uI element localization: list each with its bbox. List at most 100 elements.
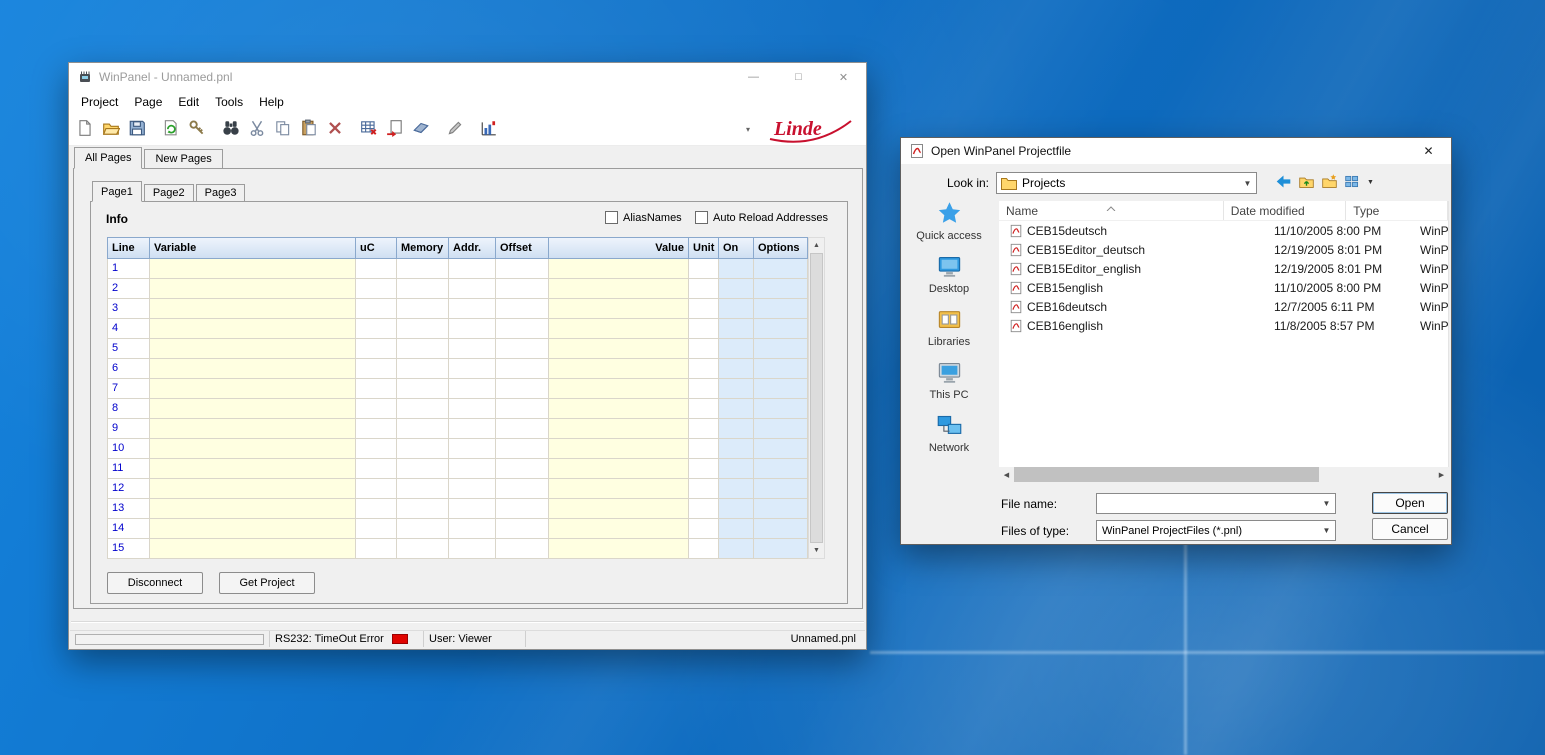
toolbar-reload-button[interactable] [160, 118, 182, 140]
cell[interactable] [149, 479, 355, 499]
cell[interactable] [149, 319, 355, 339]
up-one-level-button[interactable] [1296, 173, 1316, 193]
column-header-on[interactable]: On [718, 237, 753, 259]
cell[interactable] [149, 259, 355, 279]
cell[interactable] [718, 459, 753, 479]
cell[interactable] [753, 519, 808, 539]
cell[interactable] [355, 459, 396, 479]
cell[interactable] [688, 399, 718, 419]
cell[interactable] [149, 299, 355, 319]
cell[interactable] [448, 439, 495, 459]
cell[interactable] [688, 339, 718, 359]
cell[interactable] [495, 499, 548, 519]
scroll-down-icon[interactable]: ▼ [809, 543, 824, 558]
cell[interactable] [448, 359, 495, 379]
cell[interactable] [149, 279, 355, 299]
chevron-down-icon[interactable]: ▼ [1318, 494, 1335, 513]
toolbar-delete-button[interactable] [324, 118, 346, 140]
cell[interactable] [548, 459, 688, 479]
cell[interactable] [495, 419, 548, 439]
cell[interactable] [396, 319, 448, 339]
cell[interactable] [149, 519, 355, 539]
file-row[interactable]: CEB16deutsch12/7/2005 6:11 PMWinP [999, 297, 1448, 316]
cell[interactable] [548, 259, 688, 279]
cell[interactable] [448, 379, 495, 399]
file-row[interactable]: CEB15Editor_deutsch12/19/2005 8:01 PMWin… [999, 240, 1448, 259]
cell[interactable] [718, 339, 753, 359]
cell[interactable] [396, 379, 448, 399]
toolbar-paste-button[interactable] [298, 118, 320, 140]
toolbar-save-button[interactable] [126, 118, 148, 140]
place-libraries[interactable]: Libraries [901, 306, 997, 358]
cell[interactable] [396, 259, 448, 279]
column-header-line[interactable]: Line [107, 237, 149, 259]
cell[interactable] [355, 399, 396, 419]
new-folder-button[interactable] [1319, 173, 1339, 193]
cell[interactable] [753, 459, 808, 479]
cell[interactable] [448, 319, 495, 339]
cell[interactable] [355, 439, 396, 459]
file-row[interactable]: CEB15deutsch11/10/2005 8:00 PMWinP [999, 221, 1448, 240]
maximize-button[interactable]: □ [776, 63, 821, 91]
cell[interactable] [495, 259, 548, 279]
column-header-uc[interactable]: uC [355, 237, 396, 259]
cell[interactable] [149, 499, 355, 519]
cell[interactable] [448, 479, 495, 499]
get-project-button[interactable]: Get Project [219, 572, 315, 594]
cell[interactable] [355, 259, 396, 279]
column-header-options[interactable]: Options [753, 237, 808, 259]
toolbar-cut-button[interactable] [246, 118, 268, 140]
cell[interactable] [355, 299, 396, 319]
cell[interactable] [396, 359, 448, 379]
cell[interactable] [355, 499, 396, 519]
winpanel-titlebar[interactable]: WinPanel - Unnamed.pnl ― □ ✕ [69, 63, 866, 91]
cell[interactable] [688, 439, 718, 459]
cell[interactable] [396, 399, 448, 419]
column-header-variable[interactable]: Variable [149, 237, 355, 259]
cell[interactable] [688, 299, 718, 319]
cell[interactable] [688, 259, 718, 279]
cancel-button[interactable]: Cancel [1372, 518, 1448, 540]
cell[interactable] [149, 339, 355, 359]
look-in-combobox[interactable]: Projects ▼ [996, 172, 1257, 194]
cell[interactable] [396, 339, 448, 359]
cell[interactable] [688, 319, 718, 339]
cell[interactable] [495, 279, 548, 299]
cell[interactable] [448, 499, 495, 519]
cell[interactable] [448, 339, 495, 359]
cell[interactable] [495, 319, 548, 339]
cell[interactable] [548, 319, 688, 339]
cell[interactable] [548, 339, 688, 359]
view-menu-button[interactable] [1342, 173, 1362, 193]
toolbar-chart-button[interactable] [478, 118, 500, 140]
place-desktop[interactable]: Desktop [901, 253, 997, 305]
cell[interactable] [548, 299, 688, 319]
cell[interactable] [753, 279, 808, 299]
aliasnames-checkbox-box[interactable] [605, 211, 618, 224]
cell[interactable] [149, 439, 355, 459]
cell[interactable] [753, 479, 808, 499]
cell[interactable] [688, 359, 718, 379]
cell[interactable] [495, 339, 548, 359]
cell[interactable] [688, 499, 718, 519]
cell[interactable] [753, 539, 808, 559]
toolbar-new-button[interactable] [74, 118, 96, 140]
column-header-value[interactable]: Value [548, 237, 688, 259]
cell[interactable] [396, 279, 448, 299]
column-header-offset[interactable]: Offset [495, 237, 548, 259]
toolbar-insert-table-button[interactable] [358, 118, 380, 140]
cell[interactable] [355, 339, 396, 359]
cell[interactable] [753, 379, 808, 399]
place-quick-access[interactable]: Quick access [901, 200, 997, 252]
toolbar-find-button[interactable] [220, 118, 242, 140]
cell[interactable] [149, 359, 355, 379]
auto-reload-checkbox-box[interactable] [695, 211, 708, 224]
toolbar-open-button[interactable] [100, 118, 122, 140]
view-menu-chevron-icon[interactable]: ▼ [1367, 179, 1374, 186]
cell[interactable] [718, 379, 753, 399]
place-network[interactable]: Network [901, 412, 997, 464]
cell[interactable] [396, 499, 448, 519]
toolbar-overflow-icon[interactable]: ▾ [746, 125, 750, 134]
cell[interactable] [448, 299, 495, 319]
cell[interactable] [355, 479, 396, 499]
